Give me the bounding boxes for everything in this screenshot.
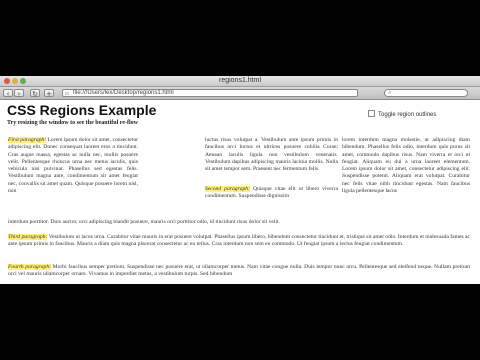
window-title: regions1.html bbox=[218, 77, 262, 84]
browser-window: regions1.html ‹ › ↻ + ▫ file:///Users/le… bbox=[0, 76, 480, 284]
toggle-region-outlines[interactable]: Toggle region outlines bbox=[368, 110, 436, 118]
fourth-paragraph-label: Fourth paragraph: bbox=[8, 264, 51, 270]
third-paragraph-label: Third paragraph: bbox=[8, 234, 48, 240]
fourth-paragraph-text: Morbi faucibus semper pretium. Suspendis… bbox=[8, 264, 470, 278]
search-field[interactable]: ⌕ bbox=[384, 89, 468, 97]
region-full-width-1: interdum porttitor. Duis auctor, orci ad… bbox=[8, 219, 280, 225]
file-icon: ▫ bbox=[65, 90, 70, 97]
reload-button[interactable]: ↻ bbox=[30, 89, 40, 98]
back-button[interactable]: ‹ bbox=[3, 89, 13, 98]
title-bar[interactable]: regions1.html bbox=[0, 76, 480, 87]
first-paragraph-text: Lorem ipsum dolor sit amet, consectetur … bbox=[8, 137, 138, 195]
add-bookmark-button[interactable]: + bbox=[44, 89, 54, 98]
region-column-3: lorem interdum magna molestie, ut adipis… bbox=[342, 137, 470, 195]
address-bar[interactable]: ▫ file:///Users/lex/Desktop/regions1.htm… bbox=[62, 89, 358, 97]
page-title: CSS Regions Example bbox=[7, 102, 157, 118]
second-paragraph-label: Second paragraph: bbox=[205, 186, 250, 192]
region-column-2-second: Second paragraph: Quisque vitae elit ut … bbox=[205, 186, 338, 201]
search-icon: ⌕ bbox=[388, 89, 392, 96]
region-column-1: First paragraph: Lorem ipsum dolor sit a… bbox=[8, 137, 138, 195]
third-paragraph-text: Vestibulum ut lacus urna. Curabitur vita… bbox=[8, 234, 471, 248]
forward-button[interactable]: › bbox=[14, 89, 24, 98]
first-paragraph-label: First paragraph: bbox=[8, 137, 47, 143]
region-column-2: luctus risus volutpat a. Vestibulum ante… bbox=[205, 137, 338, 173]
page-content: CSS Regions Example Try resizing the win… bbox=[0, 100, 480, 284]
region-full-width-3: Fourth paragraph: Morbi faucibus semper … bbox=[8, 264, 470, 279]
address-text: file:///Users/lex/Desktop/regions1.html bbox=[73, 90, 174, 96]
toggle-checkbox[interactable] bbox=[368, 110, 375, 117]
region-full-width-2: Third paragraph: Vestibulum ut lacus urn… bbox=[8, 234, 470, 249]
toggle-label: Toggle region outlines bbox=[378, 112, 437, 118]
browser-toolbar: ‹ › ↻ + ▫ file:///Users/lex/Desktop/regi… bbox=[0, 87, 480, 100]
page-subtitle: Try resizing the window to see the beaut… bbox=[7, 120, 138, 126]
